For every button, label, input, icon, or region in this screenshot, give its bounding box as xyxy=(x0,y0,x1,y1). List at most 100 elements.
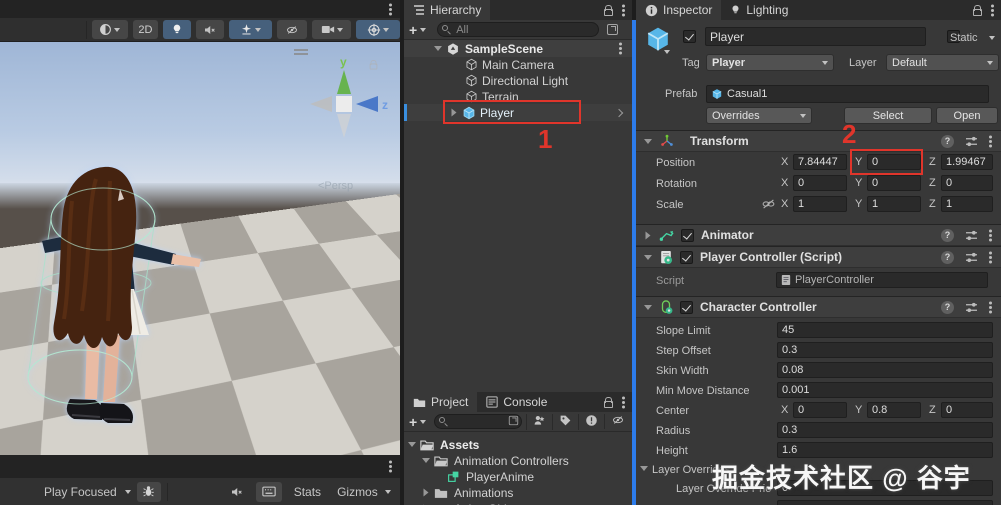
skin-width-field[interactable]: 0.08 xyxy=(777,362,993,378)
transform-header[interactable]: Transform ? xyxy=(636,130,1001,152)
foldout-open-icon[interactable] xyxy=(408,442,416,447)
center-z-field[interactable]: 0 xyxy=(941,402,993,418)
component-kebab-icon[interactable] xyxy=(989,233,992,237)
static-dropdown-icon[interactable] xyxy=(989,36,995,40)
scene-overlay-menu-icon[interactable] xyxy=(294,49,308,55)
panel-kebab-icon[interactable] xyxy=(991,8,994,12)
panel-kebab-icon[interactable] xyxy=(622,8,625,12)
tab-project[interactable]: Project xyxy=(404,392,478,412)
y-neg-cone[interactable] xyxy=(337,114,351,138)
scale-y-field[interactable]: 1 xyxy=(867,196,921,212)
panel-lock-icon[interactable] xyxy=(604,5,613,16)
x-axis-cone[interactable] xyxy=(310,96,332,112)
scene-kebab-icon[interactable] xyxy=(619,47,622,50)
shading-mode-dropdown[interactable] xyxy=(91,20,128,39)
scale-x-field[interactable]: 1 xyxy=(793,196,847,212)
search-by-type-button[interactable] xyxy=(526,413,552,430)
rotation-y-field[interactable]: 0 xyxy=(867,175,921,191)
rotation-z-field[interactable]: 0 xyxy=(941,175,993,191)
component-kebab-icon[interactable] xyxy=(989,305,992,309)
presets-icon[interactable] xyxy=(965,252,978,263)
foldout-open-icon[interactable] xyxy=(422,458,430,463)
layer-dropdown[interactable]: Default xyxy=(886,54,999,71)
script-field[interactable]: PlayerController xyxy=(776,272,988,288)
player-controller-header[interactable]: Player Controller (Script) ? xyxy=(636,246,1001,268)
component-kebab-icon[interactable] xyxy=(989,139,992,143)
create-plus-button[interactable]: + xyxy=(409,415,417,429)
project-row-anim-controllers[interactable]: Animation Controllers xyxy=(404,452,632,469)
favorites-button[interactable] xyxy=(578,413,604,430)
step-offset-field[interactable]: 0.3 xyxy=(777,342,993,358)
tab-console[interactable]: Console xyxy=(477,392,556,412)
gameobject-prefab-icon[interactable] xyxy=(644,25,672,53)
picker-window-icon[interactable] xyxy=(607,24,619,35)
help-icon[interactable]: ? xyxy=(941,228,954,242)
foldout-open-icon[interactable] xyxy=(644,138,652,144)
scale-z-field[interactable]: 1 xyxy=(941,196,993,212)
effects-dropdown[interactable] xyxy=(228,20,273,39)
foldout-open-icon[interactable] xyxy=(644,304,652,310)
project-row-assets[interactable]: Assets xyxy=(404,436,632,453)
project-row-animegirls[interactable]: AnimeGirls xyxy=(404,500,632,505)
clipped-field[interactable] xyxy=(777,500,993,505)
center-x-field[interactable]: 0 xyxy=(793,402,847,418)
chevron-right-icon[interactable] xyxy=(614,108,624,117)
panel-lock-icon[interactable] xyxy=(604,397,613,408)
y-axis-cone[interactable] xyxy=(337,70,351,94)
rotation-x-field[interactable]: 0 xyxy=(793,175,847,191)
prefab-field[interactable]: Casual1 xyxy=(706,85,989,103)
scene-viewport[interactable]: y z <Persp xyxy=(0,42,400,455)
scene-menu-kebab-icon[interactable] xyxy=(389,7,392,11)
z-axis-cone[interactable] xyxy=(356,96,378,112)
height-field[interactable]: 1.6 xyxy=(777,442,993,458)
center-y-field[interactable]: 0.8 xyxy=(867,402,921,418)
create-dropdown-icon[interactable] xyxy=(420,419,427,424)
presets-icon[interactable] xyxy=(965,302,978,313)
presets-icon[interactable] xyxy=(965,136,978,147)
project-row-animations[interactable]: Animations xyxy=(404,484,632,501)
hierarchy-row-light[interactable]: Directional Light xyxy=(404,72,632,89)
component-enabled-checkbox[interactable] xyxy=(680,300,693,314)
hierarchy-row-scene[interactable]: SampleScene xyxy=(404,40,632,57)
search-by-label-button[interactable] xyxy=(552,413,578,430)
picker-window-icon[interactable] xyxy=(509,415,519,426)
scene-orientation-gizmo[interactable]: y z xyxy=(304,50,396,163)
slope-limit-field[interactable]: 45 xyxy=(777,322,993,338)
component-tools-dropdown[interactable] xyxy=(356,20,401,39)
position-x-field[interactable]: 7.84447 xyxy=(793,154,847,170)
panel-lock-icon[interactable] xyxy=(973,5,982,16)
gizmos-dropdown[interactable]: Gizmos xyxy=(333,482,395,502)
foldout-open-icon[interactable] xyxy=(434,46,442,51)
tag-dropdown[interactable]: Player xyxy=(706,54,834,71)
animator-header[interactable]: Animator ? xyxy=(636,224,1001,246)
foldout-open-icon[interactable] xyxy=(640,466,648,471)
component-enabled-checkbox[interactable] xyxy=(681,228,694,242)
link-scale-icon[interactable] xyxy=(762,198,775,210)
foldout-closed-icon[interactable] xyxy=(645,231,651,239)
tab-hierarchy[interactable]: Hierarchy xyxy=(404,0,491,20)
scene-visibility-toggle-button[interactable] xyxy=(277,20,307,39)
active-checkbox[interactable] xyxy=(683,30,696,43)
stats-button[interactable]: Stats xyxy=(288,482,327,502)
presets-icon[interactable] xyxy=(965,230,978,241)
overrides-dropdown[interactable]: Overrides xyxy=(706,107,812,124)
component-enabled-checkbox[interactable] xyxy=(680,250,693,264)
open-button[interactable]: Open xyxy=(936,107,998,124)
perspective-label[interactable]: <Persp xyxy=(318,180,353,192)
project-row-playeranime[interactable]: PlayerAnime xyxy=(404,468,632,485)
help-icon[interactable]: ? xyxy=(941,134,954,148)
hidden-packages-button[interactable] xyxy=(604,414,627,429)
gizmo-lock-icon[interactable] xyxy=(369,60,378,70)
radius-field[interactable]: 0.3 xyxy=(777,422,993,438)
game-menu-kebab-icon[interactable] xyxy=(389,465,392,468)
position-z-field[interactable]: 1.99467 xyxy=(941,154,993,170)
2d-toggle-button[interactable]: 2D xyxy=(132,20,159,39)
hierarchy-search-input[interactable] xyxy=(437,22,600,37)
player-character-model[interactable] xyxy=(8,161,208,436)
lighting-toggle-button[interactable] xyxy=(163,20,192,39)
help-icon[interactable]: ? xyxy=(941,300,954,314)
foldout-closed-icon[interactable] xyxy=(423,488,429,497)
select-button[interactable]: Select xyxy=(844,107,932,124)
tab-inspector[interactable]: Inspector xyxy=(636,0,722,20)
min-move-distance-field[interactable]: 0.001 xyxy=(777,382,993,398)
